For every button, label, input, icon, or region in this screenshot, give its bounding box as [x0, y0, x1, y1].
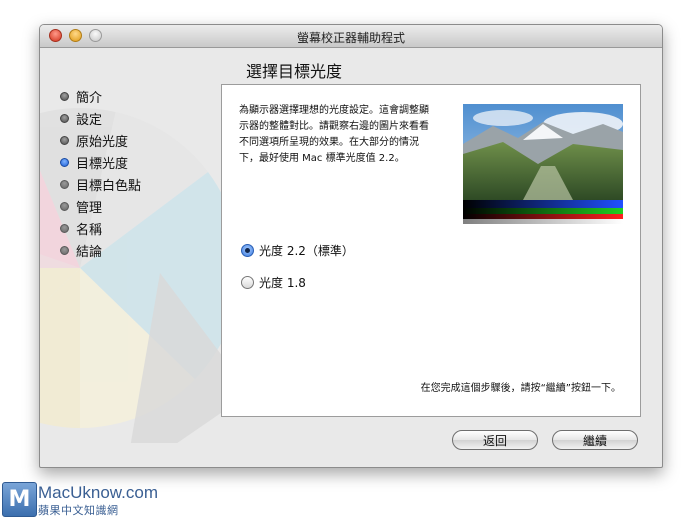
step-bullet-icon	[60, 113, 69, 123]
step-item: 設定	[60, 107, 141, 129]
step-item: 名稱	[60, 217, 141, 239]
step-label: 原始光度	[76, 134, 129, 150]
gamma-preview-image	[463, 104, 623, 224]
step-label: 名稱	[76, 222, 103, 238]
step-bullet-icon	[60, 245, 69, 255]
assistant-window: 螢幕校正器輔助程式 選擇目標光度 簡介 設定 原始光度 目標光度 目標白色點 管…	[39, 24, 663, 468]
option-label: 光度 2.2（標準）	[259, 244, 354, 258]
description-line: 示器的整體對比。請觀察右邊的圖片來看看	[239, 121, 429, 132]
page-heading: 選擇目標光度	[246, 62, 343, 81]
watermark: M MacUknow.com 蘋果中文知識網	[0, 479, 158, 519]
step-bullet-icon	[60, 157, 69, 167]
description-line: 為顯示器選擇理想的光度設定。這會調整顯	[239, 105, 429, 116]
watermark-subtitle: 蘋果中文知識網	[38, 504, 119, 517]
step-label: 管理	[76, 200, 103, 216]
step-bullet-icon	[60, 91, 69, 101]
watermark-logo-icon: M	[2, 482, 37, 517]
title-bar[interactable]: 螢幕校正器輔助程式	[40, 25, 662, 48]
radio-selected-icon[interactable]	[241, 244, 254, 257]
step-item: 原始光度	[60, 129, 141, 151]
step-bullet-icon	[60, 223, 69, 233]
description-line: 下，最好使用 Mac 標準光度值 2.2。	[239, 153, 405, 164]
step-label: 簡介	[76, 90, 103, 106]
step-list: 簡介 設定 原始光度 目標光度 目標白色點 管理 名稱 結論	[60, 85, 141, 261]
step-bullet-icon	[60, 179, 69, 189]
option-label: 光度 1.8	[259, 276, 306, 290]
step-item: 目標白色點	[60, 173, 141, 195]
window-title: 螢幕校正器輔助程式	[296, 31, 405, 45]
step-label: 目標白色點	[76, 178, 142, 194]
continue-hint: 在您完成這個步驟後，請按“繼續”按鈕一下。	[420, 383, 621, 394]
description-text: 為顯示器選擇理想的光度設定。這會調整顯 示器的整體對比。請觀察右邊的圖片來看看 …	[239, 103, 454, 167]
step-label: 設定	[76, 112, 103, 128]
description-line: 不同選項所呈現的效果。在大部分的情況	[239, 137, 419, 148]
watermark-name: MacUknow.com	[38, 483, 158, 502]
step-item-current: 目標光度	[60, 151, 141, 173]
step-bullet-icon	[60, 135, 69, 145]
step-item: 簡介	[60, 85, 141, 107]
back-button[interactable]: 返回	[452, 430, 538, 450]
gamma-option-2-2[interactable]: 光度 2.2（標準）	[241, 242, 354, 259]
step-bullet-icon	[60, 201, 69, 211]
content-panel: 為顯示器選擇理想的光度設定。這會調整顯 示器的整體對比。請觀察右邊的圖片來看看 …	[221, 84, 641, 417]
step-label: 目標光度	[76, 156, 129, 172]
continue-button[interactable]: 繼續	[552, 430, 638, 450]
gamma-option-1-8[interactable]: 光度 1.8	[241, 274, 306, 291]
radio-unselected-icon[interactable]	[241, 276, 254, 289]
step-label: 結論	[76, 244, 103, 260]
step-item: 結論	[60, 239, 141, 261]
step-item: 管理	[60, 195, 141, 217]
